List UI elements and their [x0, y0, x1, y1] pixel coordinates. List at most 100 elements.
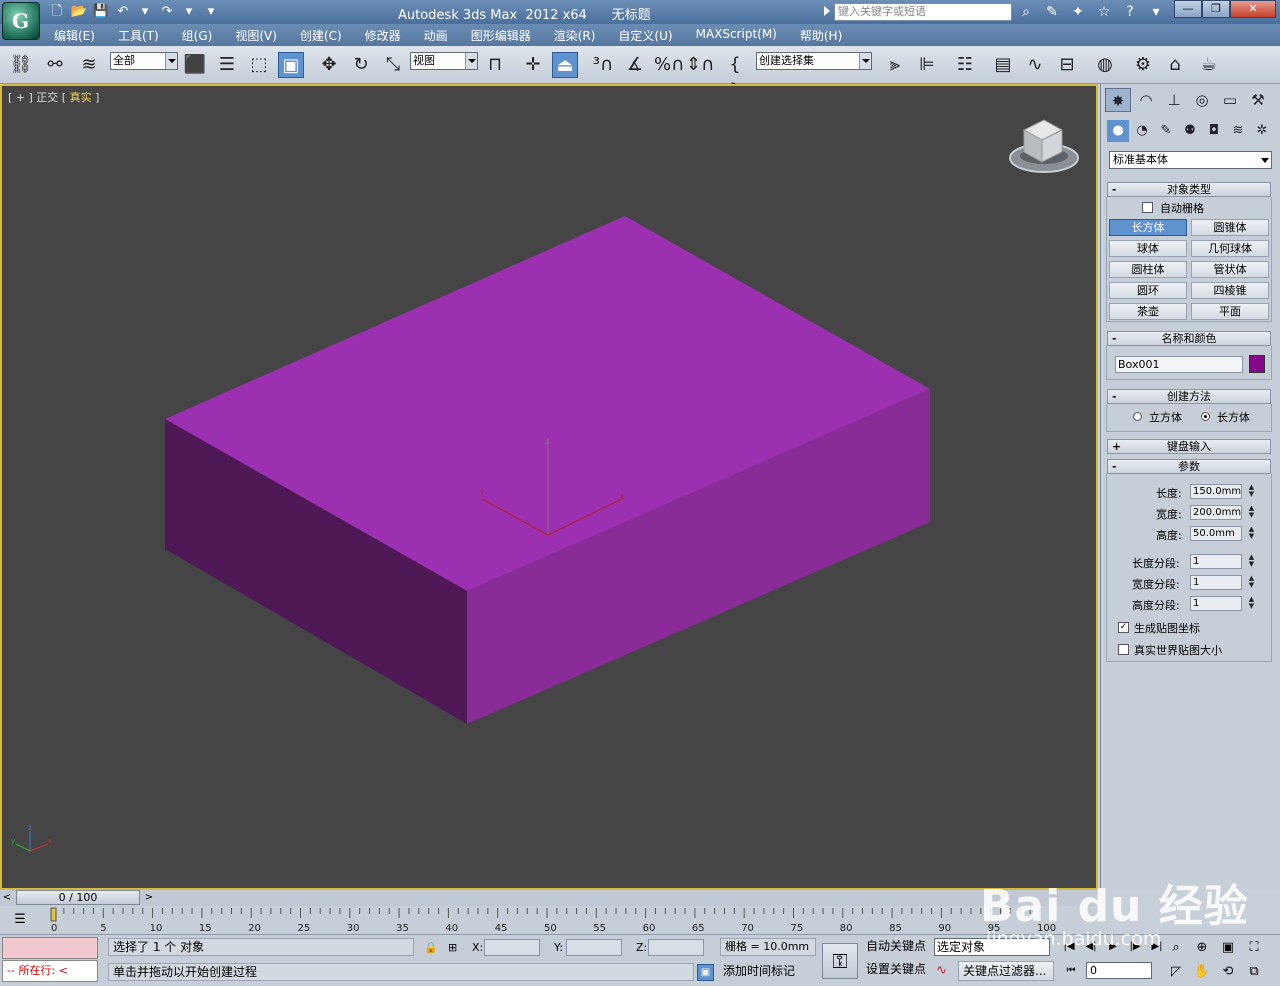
length-input[interactable]: 150.0mm: [1190, 484, 1242, 499]
z-coord-input[interactable]: [648, 939, 704, 956]
layer-manager-icon[interactable]: ☷: [952, 52, 978, 78]
spinner-snap-icon[interactable]: ⇕∩: [686, 52, 714, 78]
lights-icon[interactable]: ✎: [1155, 120, 1177, 142]
utilities-tab-icon[interactable]: ⚒: [1245, 88, 1271, 112]
menu-rendering[interactable]: 渲染(R): [554, 27, 607, 44]
width-spinner[interactable]: ▲ ▼: [1247, 505, 1256, 520]
width-segs-spinner[interactable]: ▲ ▼: [1247, 575, 1256, 590]
binoculars-icon[interactable]: ⌕: [1016, 3, 1036, 21]
object-color-swatch[interactable]: [1249, 355, 1265, 373]
set-key-button[interactable]: 设置关键点: [866, 961, 930, 979]
menu-group[interactable]: 组(G): [182, 27, 224, 44]
save-icon[interactable]: 💾: [92, 3, 110, 21]
length-segs-input[interactable]: 1: [1190, 554, 1242, 569]
height-input[interactable]: 50.0mm: [1190, 526, 1242, 541]
display-tab-icon[interactable]: ▭: [1217, 88, 1243, 112]
cylinder-button[interactable]: 圆柱体: [1109, 261, 1187, 278]
previous-frame-icon[interactable]: ◀|: [1082, 939, 1100, 955]
qat-customize-icon[interactable]: ▾: [202, 3, 220, 21]
width-segs-input[interactable]: 1: [1190, 575, 1242, 590]
select-and-manipulate-icon[interactable]: ✛: [520, 52, 546, 78]
width-input[interactable]: 200.0mm: [1190, 505, 1242, 520]
communication-icon[interactable]: ✦: [1068, 3, 1088, 21]
name-color-rollout[interactable]: - 名称和颜色: [1107, 331, 1271, 346]
curve-editor-icon[interactable]: ∿: [1022, 52, 1048, 78]
viewcube-icon[interactable]: [1006, 118, 1082, 178]
play-icon[interactable]: ▶: [1104, 939, 1122, 955]
undo-icon[interactable]: ↶: [114, 3, 132, 21]
undo-dropdown-icon[interactable]: ▾: [136, 3, 154, 21]
perspective-viewport[interactable]: [ + ] 正交 [ 真实 ] z x y z x y: [0, 84, 1098, 890]
systems-icon[interactable]: ✲: [1251, 120, 1273, 142]
percent-snap-icon[interactable]: %∩: [654, 52, 684, 78]
tube-button[interactable]: 管状体: [1191, 261, 1269, 278]
subscription-icon[interactable]: ✎: [1042, 3, 1062, 21]
redo-dropdown-icon[interactable]: ▾: [180, 3, 198, 21]
field-of-view-icon[interactable]: ◸: [1166, 962, 1186, 982]
lock-selection-icon[interactable]: 🔒: [424, 941, 438, 954]
zoom-all-icon[interactable]: ⊕: [1192, 938, 1212, 958]
time-tag-icon[interactable]: ▣: [697, 964, 714, 981]
search-expand-icon[interactable]: [824, 6, 830, 16]
graphite-ribbon-icon[interactable]: ▤: [990, 52, 1016, 78]
keyboard-shortcut-override-icon[interactable]: ⏏: [552, 52, 578, 78]
autogrid-checkbox[interactable]: [1142, 202, 1153, 213]
select-and-move-icon[interactable]: ✥: [316, 52, 342, 78]
object-name-input[interactable]: Box001: [1115, 356, 1243, 373]
add-time-tag-button[interactable]: 添加时间标记: [720, 963, 816, 981]
menu-graph-editors[interactable]: 图形编辑器: [471, 27, 542, 44]
window-crossing-icon[interactable]: ▣: [278, 52, 304, 78]
open-file-icon[interactable]: 📂: [70, 3, 88, 21]
keyboard-entry-rollout[interactable]: + 键盘输入: [1107, 439, 1271, 454]
bind-space-warp-icon[interactable]: ≋: [76, 52, 102, 78]
menu-modifiers[interactable]: 修改器: [365, 27, 412, 44]
snaps-toggle-icon[interactable]: ³∩: [590, 52, 616, 78]
plane-button[interactable]: 平面: [1191, 303, 1269, 320]
pivot-center-icon[interactable]: ⊓: [482, 52, 508, 78]
parameters-rollout[interactable]: - 参数: [1107, 459, 1271, 474]
cameras-icon[interactable]: ⚉: [1179, 120, 1201, 142]
box-button[interactable]: 长方体: [1109, 219, 1187, 236]
object-type-rollout[interactable]: - 对象类型: [1107, 182, 1271, 197]
help-dropdown-icon[interactable]: ▾: [1146, 3, 1166, 21]
orbit-icon[interactable]: ⟲: [1218, 962, 1238, 982]
menu-help[interactable]: 帮助(H): [800, 27, 853, 44]
cube-radio[interactable]: [1133, 412, 1142, 421]
redo-icon[interactable]: ↷: [158, 3, 176, 21]
edit-named-selection-icon[interactable]: { }: [722, 52, 748, 101]
auto-key-button[interactable]: 自动关键点: [866, 938, 930, 956]
zoom-icon[interactable]: ⌕: [1166, 938, 1186, 958]
schematic-view-icon[interactable]: ⊟: [1054, 52, 1080, 78]
time-slider-thumb[interactable]: 0 / 100: [16, 890, 140, 905]
rendered-frame-window-icon[interactable]: ⌂: [1162, 52, 1188, 78]
torus-button[interactable]: 圆环: [1109, 282, 1187, 299]
help-icon[interactable]: ?: [1120, 3, 1140, 21]
hierarchy-tab-icon[interactable]: ⊥: [1161, 88, 1187, 112]
sphere-button[interactable]: 球体: [1109, 240, 1187, 257]
restore-button[interactable]: ❐: [1202, 0, 1230, 18]
create-tab-icon[interactable]: ✸: [1105, 88, 1131, 112]
unlink-icon[interactable]: ⚯: [42, 52, 68, 78]
render-production-icon[interactable]: ☕: [1196, 52, 1222, 78]
real-world-map-checkbox[interactable]: [1118, 644, 1129, 655]
x-coord-input[interactable]: [484, 939, 540, 956]
close-button[interactable]: ✕: [1230, 0, 1276, 18]
length-spinner[interactable]: ▲ ▼: [1247, 484, 1256, 499]
modify-tab-icon[interactable]: ◠: [1133, 88, 1159, 112]
menu-views[interactable]: 视图(V): [235, 27, 288, 44]
helpers-icon[interactable]: ◘: [1203, 120, 1225, 142]
geosphere-button[interactable]: 几何球体: [1191, 240, 1269, 257]
cone-button[interactable]: 圆锥体: [1191, 219, 1269, 236]
menu-create[interactable]: 创建(C): [300, 27, 353, 44]
menu-animation[interactable]: 动画: [424, 27, 459, 44]
box-radio[interactable]: [1201, 412, 1210, 421]
next-frame-arrow-icon[interactable]: >: [142, 890, 156, 906]
height-segs-input[interactable]: 1: [1190, 596, 1242, 611]
space-warps-icon[interactable]: ≋: [1227, 120, 1249, 142]
menu-edit[interactable]: 编辑(E): [54, 27, 106, 44]
minimize-button[interactable]: —: [1174, 0, 1202, 18]
angle-snap-icon[interactable]: ∡: [622, 52, 648, 78]
select-and-rotate-icon[interactable]: ↻: [348, 52, 374, 78]
key-filters-button[interactable]: 关键点过滤器...: [958, 961, 1054, 981]
menu-tools[interactable]: 工具(T): [118, 27, 170, 44]
